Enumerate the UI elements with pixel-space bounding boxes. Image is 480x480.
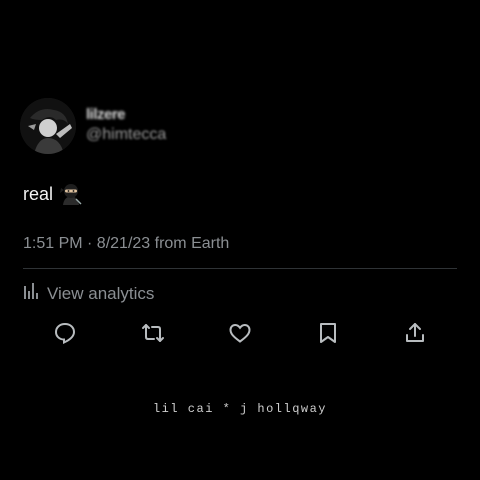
tweet-text: real: [23, 182, 83, 206]
share-button[interactable]: [400, 318, 430, 348]
bookmark-button[interactable]: [313, 318, 343, 348]
tweet-text-content: real: [23, 183, 54, 204]
ninja-emoji-icon: [59, 182, 83, 206]
view-analytics-label: View analytics: [47, 283, 155, 303]
credit-caption: lil cai * j hollqway: [152, 402, 328, 416]
handle[interactable]: @himtecca: [86, 126, 166, 144]
avatar[interactable]: [20, 98, 76, 154]
share-icon: [406, 323, 424, 342]
reply-button[interactable]: [50, 318, 80, 348]
tweet-timestamp[interactable]: 1:51 PM · 8/21/23 from Earth: [23, 235, 229, 253]
retweet-icon: [141, 324, 164, 342]
view-analytics-link[interactable]: View analytics: [23, 282, 154, 305]
heart-icon: [229, 323, 251, 343]
display-name[interactable]: lilzere: [86, 106, 126, 123]
avatar-image: [20, 98, 76, 154]
retweet-button[interactable]: [138, 318, 168, 348]
bookmark-icon: [319, 323, 336, 343]
action-bar: [50, 318, 430, 348]
like-button[interactable]: [225, 318, 255, 348]
bar-chart-icon: [23, 282, 39, 305]
comment-icon: [54, 322, 76, 345]
divider: [23, 268, 457, 269]
